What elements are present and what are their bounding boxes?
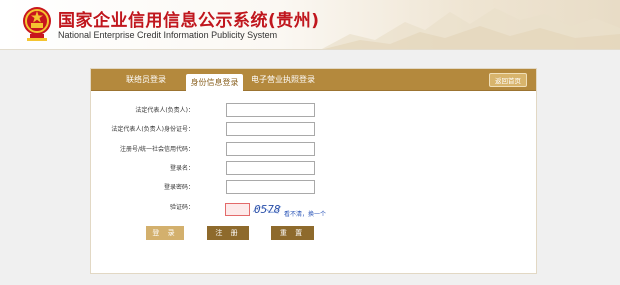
- reg-number-label: 注册号/统一社会信用代码：: [119, 146, 194, 153]
- tab-liaison-login[interactable]: 联络员登录: [126, 69, 166, 91]
- tab-bar: 联络员登录 身份信息登录 电子营业执照登录 返回首页: [91, 69, 536, 91]
- site-header: 国家企业信用信息公示系统(贵州) National Enterprise Cre…: [0, 0, 620, 50]
- legal-rep-id-label: 法定代表人(负责人)身份证号：: [111, 126, 194, 133]
- captcha-refresh-link[interactable]: 看不清，换一个: [284, 209, 326, 218]
- register-button[interactable]: 注 册: [207, 226, 249, 240]
- login-button[interactable]: 登 录: [146, 226, 184, 240]
- password-input[interactable]: [226, 180, 315, 194]
- username-input[interactable]: [226, 161, 315, 175]
- site-title: 国家企业信用信息公示系统(贵州): [58, 11, 320, 31]
- captcha-input[interactable]: [225, 203, 250, 216]
- reg-number-input[interactable]: [226, 142, 315, 156]
- reset-button[interactable]: 重 置: [271, 226, 314, 240]
- username-label: 登录名：: [169, 165, 194, 172]
- tab-e-license-login[interactable]: 电子营业执照登录: [251, 69, 315, 91]
- captcha-label: 验证码：: [169, 204, 194, 211]
- legal-rep-input[interactable]: [226, 103, 315, 117]
- back-home-button[interactable]: 返回首页: [489, 73, 527, 87]
- national-emblem-icon: [23, 7, 51, 41]
- legal-rep-label: 法定代表人(负责人)：: [135, 107, 194, 114]
- header-divider: [0, 49, 620, 50]
- mountain-decoration: [320, 8, 620, 50]
- legal-rep-id-input[interactable]: [226, 122, 315, 136]
- tab-identity-login[interactable]: 身份信息登录: [186, 74, 243, 91]
- password-label: 登录密码：: [163, 184, 194, 191]
- captcha-image[interactable]: 0578: [252, 200, 282, 217]
- site-subtitle: National Enterprise Credit Information P…: [58, 30, 278, 40]
